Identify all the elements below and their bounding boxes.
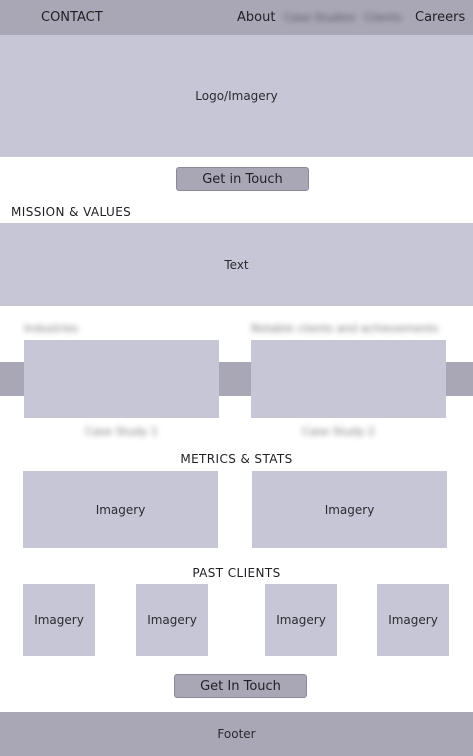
hero-logo-imagery: Logo/Imagery <box>0 35 473 157</box>
hero-label: Logo/Imagery <box>195 89 278 103</box>
get-in-touch-button-bottom[interactable]: Get In Touch <box>174 674 307 698</box>
mission-text: Text <box>224 257 249 272</box>
get-in-touch-button-top[interactable]: Get in Touch <box>176 167 309 191</box>
mission-text-block: Text <box>0 223 473 306</box>
case-study-caption-left: Case Study 1 <box>85 425 158 438</box>
client-logo-3-label: Imagery <box>276 613 326 627</box>
past-clients-title: PAST CLIENTS <box>192 566 281 580</box>
nav-contact-link[interactable]: CONTACT <box>41 8 103 26</box>
nav-careers-link[interactable]: Careers <box>415 8 465 26</box>
metrics-imagery-left-label: Imagery <box>95 502 146 517</box>
client-logo-1: Imagery <box>23 584 95 656</box>
metrics-imagery-left: Imagery <box>23 471 218 548</box>
case-study-caption-right: Case Study 2 <box>302 425 375 438</box>
client-logo-4: Imagery <box>377 584 449 656</box>
case-study-card-left[interactable] <box>24 340 219 418</box>
client-logo-3: Imagery <box>265 584 337 656</box>
client-logo-1-label: Imagery <box>34 613 84 627</box>
nav-about-link[interactable]: About <box>237 8 275 26</box>
client-logo-4-label: Imagery <box>388 613 438 627</box>
case-study-header-left: Industries <box>24 322 79 335</box>
footer-label: Footer <box>217 727 256 741</box>
mission-values-title: MISSION & VALUES <box>11 205 132 219</box>
footer: Footer <box>0 712 473 756</box>
metrics-stats-title: METRICS & STATS <box>180 452 293 466</box>
metrics-imagery-right: Imagery <box>252 471 447 548</box>
nav-case-studies-link[interactable]: Case Studies <box>284 8 355 26</box>
client-logo-2-label: Imagery <box>147 613 197 627</box>
metrics-imagery-right-label: Imagery <box>324 502 375 517</box>
nav-clients-link[interactable]: Clients <box>364 8 402 26</box>
client-logo-2: Imagery <box>136 584 208 656</box>
case-study-card-right[interactable] <box>251 340 446 418</box>
case-study-header-right: Notable clients and achievements <box>251 322 439 335</box>
